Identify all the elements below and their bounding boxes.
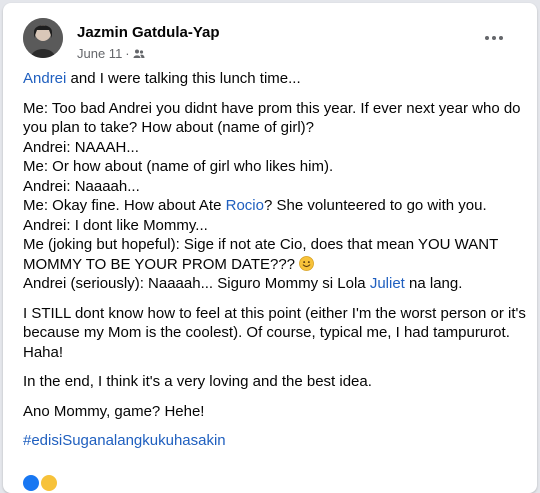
line-text: Andrei (seriously): Naaaah... Siguro Mom… (23, 275, 370, 292)
dialogue-line: Andrei: I dont like Mommy... (23, 216, 208, 234)
dialogue-line: Andrei: NAAAH... (23, 138, 139, 156)
mention-juliet[interactable]: Juliet (370, 275, 405, 292)
line-text: ? She volunteered to go with you. (263, 197, 487, 214)
post-hashtag-line: #edisiSuganalangkukuhasakin (23, 431, 529, 451)
hashtag-link[interactable]: #edisiSuganalangkukuhasakin (23, 432, 226, 449)
post-paragraph: I STILL dont know how to feel at this po… (23, 304, 526, 361)
friends-icon[interactable] (133, 48, 145, 60)
haha-icon (41, 475, 57, 491)
dialogue-line: Me: Okay fine. How about Ate Rocio? She … (23, 196, 529, 216)
line-text: Me: Okay fine. How about Ate (23, 197, 226, 214)
like-icon (23, 475, 39, 491)
intro-text: and I were talking this lunch time... (66, 70, 301, 87)
post-header: Jazmin Gatdula-Yap June 11 · (23, 18, 523, 64)
post-paragraph: In the end, I think it's a very loving a… (23, 373, 372, 390)
post-paragraph: Ano Mommy, game? Hehe! (23, 402, 205, 420)
dialogue-line: Andrei: Naaaah... (23, 177, 140, 195)
post-date[interactable]: June 11 (77, 46, 122, 61)
dialogue-line: Me: Too bad Andrei you didnt have prom t… (23, 99, 521, 137)
dialogue-line: Me (joking but hopeful): Sige if not ate… (23, 235, 529, 274)
author-name[interactable]: Jazmin Gatdula-Yap (77, 24, 220, 41)
mention-andrei[interactable]: Andrei (23, 70, 66, 87)
post-body: Andrei and I were talking this lunch tim… (23, 69, 529, 461)
smiling-face-emoji (299, 255, 315, 271)
post-meta: June 11 · (77, 46, 145, 61)
line-text: na lang. (404, 275, 463, 292)
dialogue-line: Me: Or how about (name of girl who likes… (23, 158, 334, 175)
dialogue-line: Andrei (seriously): Naaaah... Siguro Mom… (23, 274, 529, 294)
more-options-icon[interactable] (477, 24, 511, 52)
dialogue: Me: Too bad Andrei you didnt have prom t… (23, 99, 529, 294)
post-card: Jazmin Gatdula-Yap June 11 · Andrei and … (3, 3, 537, 493)
post-intro: Andrei and I were talking this lunch tim… (23, 69, 529, 89)
line-text: Me (joking but hopeful): Sige if not ate… (23, 236, 498, 273)
meta-separator: · (125, 46, 130, 61)
reaction-icons[interactable] (23, 475, 59, 491)
mention-rocio[interactable]: Rocio (226, 197, 264, 214)
avatar[interactable] (23, 18, 63, 58)
